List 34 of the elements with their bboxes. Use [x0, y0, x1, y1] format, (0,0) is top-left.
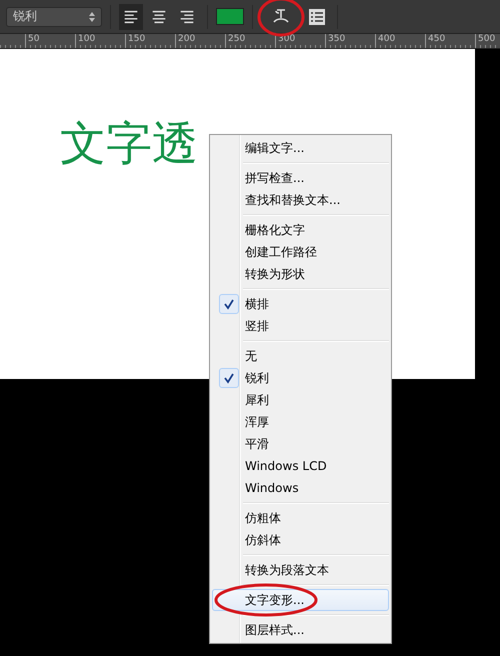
ruler-label: 250 — [225, 34, 275, 48]
menu-item[interactable]: 转换为形状 — [212, 263, 389, 285]
menu-item[interactable]: 锐利 — [212, 367, 389, 389]
menu-item[interactable]: 栅格化文字 — [212, 219, 389, 241]
menu-item[interactable]: 转换为段落文本 — [212, 559, 389, 581]
align-button[interactable] — [119, 4, 143, 30]
menu-item[interactable]: 拼写检查... — [212, 167, 389, 189]
color-swatch[interactable] — [216, 8, 244, 25]
ruler-label: 200 — [175, 34, 225, 48]
canvas-text: 文字透 — [60, 115, 198, 171]
ruler-label: 450 — [425, 34, 475, 48]
menu-item[interactable]: 无 — [212, 345, 389, 367]
menu-item[interactable]: 仿粗体 — [212, 507, 389, 529]
menu-item[interactable]: Windows LCD — [212, 455, 389, 477]
menu-item[interactable]: 浑厚 — [212, 411, 389, 433]
ruler-label: 400 — [375, 34, 425, 48]
ruler-label: 150 — [125, 34, 175, 48]
ruler-label: 50 — [25, 34, 75, 48]
menu-item[interactable]: 查找和替换文本... — [212, 189, 389, 211]
ruler-label: 500 — [475, 34, 496, 48]
menu-item[interactable]: 犀利 — [212, 389, 389, 411]
menu-item[interactable]: 图层样式... — [212, 619, 389, 641]
spinner-arrows-icon — [89, 12, 95, 22]
menu-item[interactable]: 创建工作路径 — [212, 241, 389, 263]
antialias-dropdown[interactable]: 锐利 — [6, 6, 102, 26]
menu-item[interactable]: 编辑文字... — [212, 137, 389, 159]
ruler-label: 350 — [325, 34, 375, 48]
menu-item[interactable]: 文字变形... — [212, 589, 389, 611]
menu-item[interactable]: 平滑 — [212, 433, 389, 455]
menu-item[interactable]: Windows — [212, 477, 389, 499]
menu-item[interactable]: 横排 — [212, 293, 389, 315]
menu-item[interactable]: 竖排 — [212, 315, 389, 337]
menu-item[interactable]: 仿斜体 — [212, 529, 389, 551]
ruler-label: 100 — [75, 34, 125, 48]
